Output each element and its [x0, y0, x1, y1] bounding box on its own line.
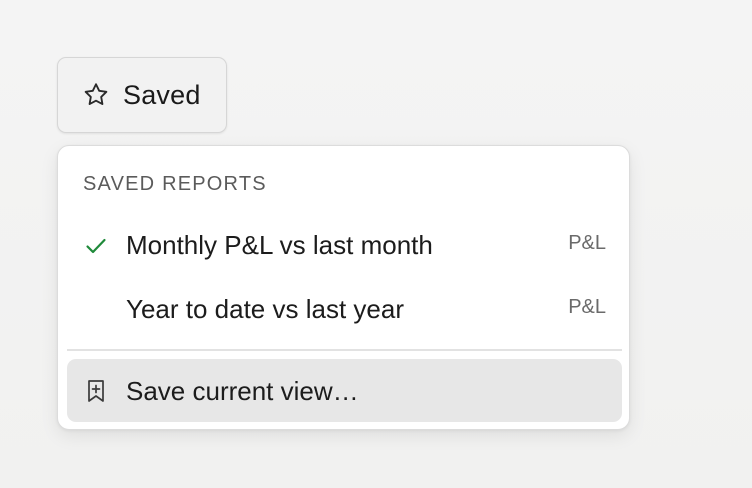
menu-item-label: Year to date vs last year — [126, 294, 404, 324]
menu-item-monthly-pl[interactable]: Monthly P&L vs last month P&L — [67, 217, 622, 273]
save-current-view-label: Save current view… — [126, 376, 359, 406]
saved-button-label: Saved — [123, 79, 201, 110]
star-outline-icon — [82, 81, 110, 109]
menu-divider — [67, 349, 622, 351]
menu-item-ytd[interactable]: Year to date vs last year P&L — [67, 281, 622, 337]
checkmark-icon — [84, 234, 108, 258]
bookmark-plus-icon — [84, 378, 108, 404]
menu-heading: SAVED REPORTS — [83, 173, 267, 195]
saved-reports-button[interactable]: Saved — [57, 57, 227, 133]
menu-item-label: Monthly P&L vs last month — [126, 230, 433, 260]
menu-item-tag: P&L — [568, 232, 606, 254]
saved-reports-menu: SAVED REPORTS Monthly P&L vs last month … — [57, 145, 630, 430]
save-current-view-button[interactable]: Save current view… — [67, 359, 622, 422]
menu-item-tag: P&L — [568, 296, 606, 318]
